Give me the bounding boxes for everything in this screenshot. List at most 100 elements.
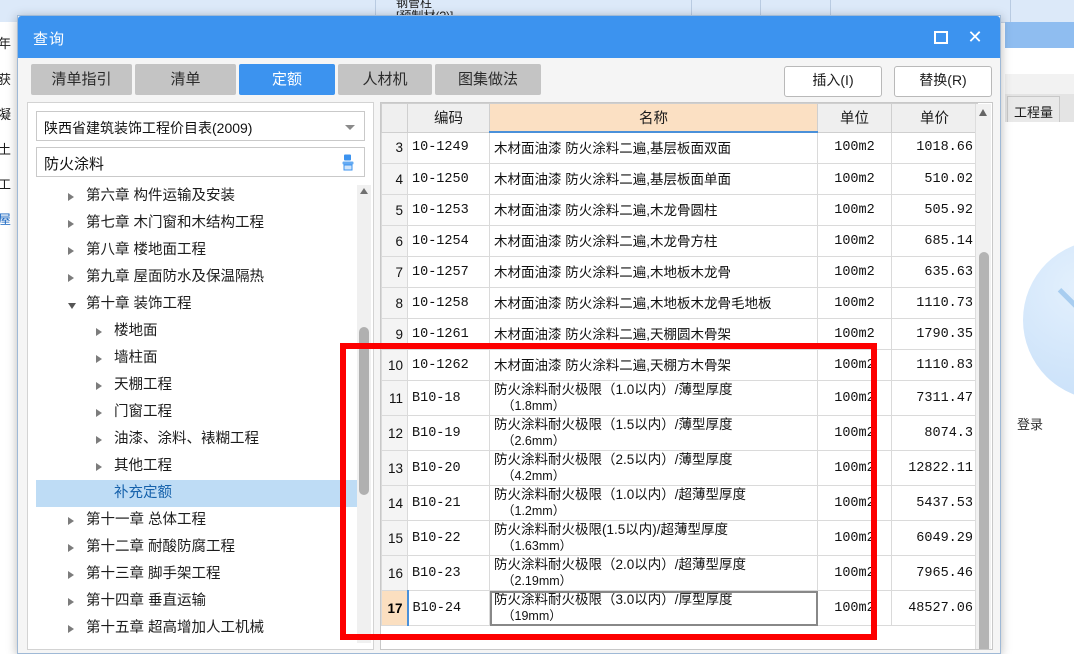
cell-price[interactable]: 12822.11 [891,450,978,486]
table-row[interactable]: 4 10-1250 木材面油漆 防火涂料二遍,基层板面单面 100m2 510.02 [381,163,978,195]
grid-scroll-thumb[interactable] [979,252,989,649]
table-row[interactable]: 11 B10-18 防火涂料耐火极限（1.0以内）/薄型厚度 （1.8mm） 100m2… [381,380,978,416]
cell-price[interactable]: 7311.47 [891,380,978,416]
table-row[interactable]: 14 B10-21 防火涂料耐火极限（1.0以内）/超薄型厚度 （1.2mm） 100m… [381,485,978,521]
cell-name[interactable]: 木材面油漆 防火涂料二遍,基层板面双面 [489,131,818,164]
cell-name[interactable]: 防火涂料耐火极限（2.0以内）/超薄型厚度 （2.19mm） [489,555,818,591]
chevron-right-icon[interactable] [68,220,74,228]
cell-no[interactable]: 12 [381,415,408,451]
cell-unit[interactable]: 100m2 [817,318,892,350]
chevron-right-icon[interactable] [68,598,74,606]
price-list-select[interactable]: 陕西省建筑装饰工程价目表(2009) [36,111,365,141]
cell-unit[interactable]: 100m2 [817,194,892,226]
chevron-right-icon[interactable] [96,409,102,417]
table-row[interactable]: 8 10-1258 木材面油漆 防火涂料二遍,木地板木龙骨毛地板 100m2 1110.… [381,287,978,319]
insert-button[interactable]: 插入(I) [784,66,882,97]
cell-code[interactable]: B10-18 [407,380,490,416]
cell-price[interactable]: 1790.35 [891,318,978,350]
tree-item[interactable]: 第十五章 超高增加人工机械 [36,615,365,642]
cell-name[interactable]: 防火涂料耐火极限（1.0以内）/超薄型厚度 （1.2mm） [489,485,818,521]
cell-price[interactable]: 48527.06 [891,590,978,626]
scroll-up-icon[interactable] [360,188,368,194]
cell-unit[interactable]: 100m2 [817,590,892,626]
tree-item[interactable]: 第六章 构件运输及安装 [36,183,365,210]
tree-item[interactable]: 第十四章 垂直运输 [36,588,365,615]
cell-code[interactable]: B10-23 [407,555,490,591]
cell-price[interactable]: 8074.3 [891,415,978,451]
quota-grid[interactable]: 编码 名称 单位 单价 3 10-1249 木材面油漆 防火涂料二遍,基层板面双面 1… [381,103,978,626]
table-row[interactable]: 3 10-1249 木材面油漆 防火涂料二遍,基层板面双面 100m2 1018.66 [381,131,978,164]
cell-unit[interactable]: 100m2 [817,349,892,381]
tab-list[interactable]: 清单 [135,64,236,95]
cell-name[interactable]: 防火涂料耐火极限(1.5以内)/超薄型厚度 （1.63mm） [489,520,818,556]
chevron-right-icon[interactable] [96,463,102,471]
cell-no[interactable]: 8 [381,287,408,319]
chevron-right-icon[interactable] [96,328,102,336]
cell-name[interactable]: 防火涂料耐火极限（1.5以内）/薄型厚度 （2.6mm） [489,415,818,451]
cell-code[interactable]: B10-21 [407,485,490,521]
cell-price[interactable]: 505.92 [891,194,978,226]
cell-price[interactable]: 510.02 [891,163,978,195]
cell-name[interactable]: 防火涂料耐火极限（1.0以内）/薄型厚度 （1.8mm） [489,380,818,416]
chevron-down-icon[interactable] [68,303,76,309]
cell-no[interactable]: 16 [381,555,408,591]
tree-item[interactable]: 墙柱面 [36,345,365,372]
tree-item[interactable]: 第十一章 总体工程 [36,507,365,534]
cell-unit[interactable]: 100m2 [817,555,892,591]
tree-item[interactable]: 第十三章 脚手架工程 [36,561,365,588]
table-row[interactable]: 15 B10-22 防火涂料耐火极限(1.5以内)/超薄型厚度 （1.63mm） 100… [381,520,978,556]
table-row[interactable]: 16 B10-23 防火涂料耐火极限（2.0以内）/超薄型厚度 （2.19mm） 100… [381,555,978,591]
cell-code[interactable]: 10-1257 [407,256,490,288]
cell-price[interactable]: 7965.46 [891,555,978,591]
tab-list-guide[interactable]: 清单指引 [31,64,132,95]
table-row[interactable]: 12 B10-19 防火涂料耐火极限（1.5以内）/薄型厚度 （2.6mm） 100m2… [381,415,978,451]
cell-no[interactable]: 9 [381,318,408,350]
chevron-right-icon[interactable] [96,436,102,444]
tree-item[interactable]: 第八章 楼地面工程 [36,237,365,264]
cell-unit[interactable]: 100m2 [817,450,892,486]
maximize-icon[interactable] [928,25,954,49]
table-row[interactable]: 6 10-1254 木材面油漆 防火涂料二遍,木龙骨方柱 100m2 685.14 [381,225,978,257]
cell-name[interactable]: 防火涂料耐火极限（3.0以内）/厚型厚度 （19mm） [489,590,818,626]
chevron-right-icon[interactable] [68,517,74,525]
tree-item[interactable]: 第十二章 耐酸防腐工程 [36,534,365,561]
tree-item[interactable]: 第十章 装饰工程 [36,291,365,318]
cell-code[interactable]: B10-24 [406,590,490,626]
table-row[interactable]: 13 B10-20 防火涂料耐火极限（2.5以内）/薄型厚度 （4.2mm） 100m2… [381,450,978,486]
cell-unit[interactable]: 100m2 [817,380,892,416]
cell-unit[interactable]: 100m2 [817,256,892,288]
cell-name[interactable]: 木材面油漆 防火涂料二遍,天棚圆木骨架 [489,318,818,350]
cell-no[interactable]: 17 [381,590,408,626]
cell-code[interactable]: 10-1253 [407,194,490,226]
grid-scroll-up-icon[interactable] [979,109,987,116]
cell-unit[interactable]: 100m2 [817,415,892,451]
tree-scroll-thumb[interactable] [359,327,369,495]
tree-item[interactable]: 第十六章 附录 [36,642,365,645]
tab-labor-material-machine[interactable]: 人材机 [338,64,432,95]
cell-name[interactable]: 木材面油漆 防火涂料二遍,基层板面单面 [489,163,818,195]
col-header-rownum[interactable] [381,103,408,133]
chevron-right-icon[interactable] [96,382,102,390]
chevron-right-icon[interactable] [68,571,74,579]
cell-price[interactable]: 635.63 [891,256,978,288]
cell-price[interactable]: 1110.83 [891,349,978,381]
tree-item[interactable]: 其他工程 [36,453,365,480]
chevron-right-icon[interactable] [68,193,74,201]
cell-name[interactable]: 木材面油漆 防火涂料二遍,木地板木龙骨毛地板 [489,287,818,319]
cell-no[interactable]: 3 [381,131,408,164]
cell-no[interactable]: 6 [381,225,408,257]
replace-button[interactable]: 替换(R) [894,66,992,97]
table-row[interactable]: 10 10-1262 木材面油漆 防火涂料二遍,天棚方木骨架 100m2 1110.83 [381,349,978,381]
cell-unit[interactable]: 100m2 [817,225,892,257]
cell-no[interactable]: 15 [381,520,408,556]
cell-code[interactable]: B10-20 [407,450,490,486]
chapter-tree[interactable]: 第六章 构件运输及安装 第七章 木门窗和木结构工程 第八章 楼地面工程 第九章 屋面防… [36,183,365,645]
table-row[interactable]: 5 10-1253 木材面油漆 防火涂料二遍,木龙骨圆柱 100m2 505.92 [381,194,978,226]
tab-atlas-practice[interactable]: 图集做法 [435,64,541,95]
cell-price[interactable]: 6049.29 [891,520,978,556]
cell-name[interactable]: 木材面油漆 防火涂料二遍,木龙骨方柱 [489,225,818,257]
cell-no[interactable]: 14 [381,485,408,521]
cell-name[interactable]: 木材面油漆 防火涂料二遍,木龙骨圆柱 [489,194,818,226]
table-row[interactable]: 9 10-1261 木材面油漆 防火涂料二遍,天棚圆木骨架 100m2 1790.35 [381,318,978,350]
cell-no[interactable]: 4 [381,163,408,195]
